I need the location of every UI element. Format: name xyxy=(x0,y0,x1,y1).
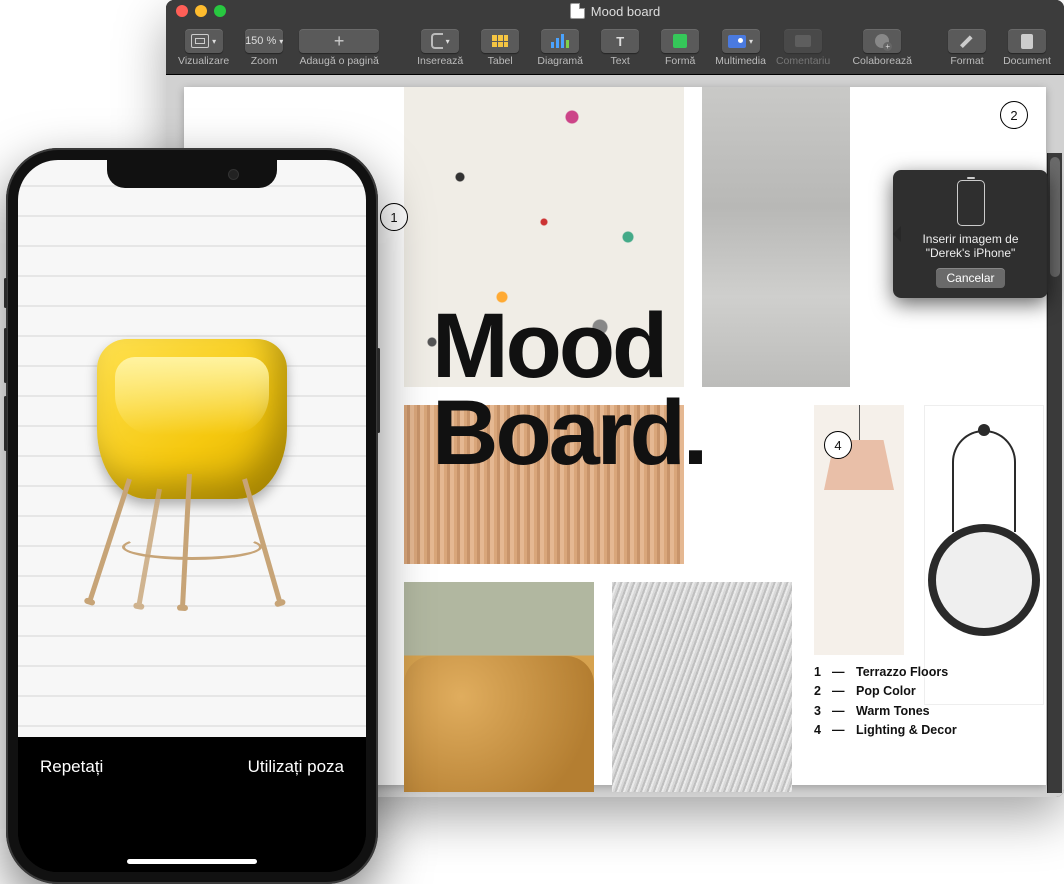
legend-row: 1—Terrazzo Floors xyxy=(814,663,957,682)
format-tool[interactable]: Format xyxy=(938,29,996,67)
popover-text: Inserir imagem de "Derek's iPhone" xyxy=(903,232,1038,260)
window-title: Mood board xyxy=(166,3,1064,19)
chart-tool[interactable]: Diagramă xyxy=(531,29,589,67)
table-tool[interactable]: Tabel xyxy=(471,29,529,67)
moodboard-title[interactable]: Mood Board. xyxy=(432,303,705,478)
cancel-button[interactable]: Cancelar xyxy=(936,268,1004,288)
media-tool[interactable]: ▾ Multimedia xyxy=(711,29,770,67)
comment-icon xyxy=(795,35,811,47)
text-tool[interactable]: T Text xyxy=(591,29,649,67)
volume-up-button[interactable] xyxy=(4,328,7,383)
media-icon xyxy=(728,35,746,48)
zoom-label: Zoom xyxy=(251,55,278,67)
view-icon xyxy=(191,34,209,48)
text-icon: T xyxy=(616,34,624,49)
add-page-tool[interactable]: + Adaugă o pagină xyxy=(295,29,383,67)
table-icon xyxy=(492,35,508,47)
comment-tool: Comentariu xyxy=(772,29,834,67)
collaborate-tool[interactable]: Colaborează xyxy=(848,29,916,67)
collaborate-label: Colaborează xyxy=(852,55,912,67)
badge-4[interactable]: 4 xyxy=(824,431,852,459)
comment-label: Comentariu xyxy=(776,55,830,67)
plus-icon: + xyxy=(334,34,345,48)
add-page-label: Adaugă o pagină xyxy=(299,55,378,67)
shape-label: Formă xyxy=(665,55,695,67)
shape-icon xyxy=(673,34,687,48)
chart-icon xyxy=(551,34,569,48)
zoom-tool[interactable]: 150 %▾ Zoom xyxy=(235,29,293,67)
scrollbar-thumb[interactable] xyxy=(1050,157,1060,277)
chart-label: Diagramă xyxy=(537,55,583,67)
badge-2[interactable]: 2 xyxy=(1000,101,1028,129)
photo-yellow-chair xyxy=(87,309,297,609)
iphone-outline-icon xyxy=(957,180,985,226)
table-label: Tabel xyxy=(488,55,513,67)
legend-row: 2—Pop Color xyxy=(814,682,957,701)
format-label: Format xyxy=(950,55,983,67)
toolbar: ▾ Vizualizare 150 %▾ Zoom + Adaugă o pag… xyxy=(166,22,1064,75)
collaborate-icon xyxy=(875,34,889,48)
view-tool[interactable]: ▾ Vizualizare xyxy=(174,29,233,67)
view-label: Vizualizare xyxy=(178,55,229,67)
media-label: Multimedia xyxy=(715,55,766,67)
document-icon xyxy=(1021,34,1033,49)
zoom-value: 150 % xyxy=(245,35,276,47)
legend[interactable]: 1—Terrazzo Floors 2—Pop Color 3—Warm Ton… xyxy=(814,663,957,741)
document-tool[interactable]: Document xyxy=(998,29,1056,67)
vertical-scrollbar[interactable] xyxy=(1047,153,1062,793)
camera-preview[interactable] xyxy=(18,160,366,757)
text-label: Text xyxy=(611,55,630,67)
iphone-screen: Repetați Utilizați poza xyxy=(18,160,366,872)
document-label: Document xyxy=(1003,55,1051,67)
document-file-icon xyxy=(570,3,585,19)
volume-down-button[interactable] xyxy=(4,396,7,451)
window-title-text: Mood board xyxy=(591,4,660,19)
legend-row: 4—Lighting & Decor xyxy=(814,721,957,740)
insert-tool[interactable]: ▾ Inserează xyxy=(411,29,469,67)
image-mirror[interactable] xyxy=(924,405,1044,705)
image-concrete[interactable] xyxy=(702,87,850,387)
brush-icon xyxy=(960,34,974,48)
shape-tool[interactable]: Formă xyxy=(651,29,709,67)
camera-bottom-bar: Repetați Utilizați poza xyxy=(18,737,366,872)
notch xyxy=(107,160,277,188)
image-fur[interactable] xyxy=(612,582,792,792)
use-photo-button[interactable]: Utilizați poza xyxy=(248,757,344,777)
mute-switch[interactable] xyxy=(4,278,7,308)
image-couch[interactable] xyxy=(404,582,594,792)
side-button[interactable] xyxy=(377,348,380,433)
retake-button[interactable]: Repetați xyxy=(40,757,103,777)
paragraph-icon xyxy=(431,33,443,49)
insert-label: Inserează xyxy=(417,55,463,67)
continuity-camera-popover: Inserir imagem de "Derek's iPhone" Cance… xyxy=(893,170,1048,298)
legend-row: 3—Warm Tones xyxy=(814,702,957,721)
titlebar[interactable]: Mood board xyxy=(166,0,1064,22)
home-indicator[interactable] xyxy=(127,859,257,864)
iphone-device: Repetați Utilizați poza xyxy=(6,148,378,884)
badge-1[interactable]: 1 xyxy=(380,203,408,231)
